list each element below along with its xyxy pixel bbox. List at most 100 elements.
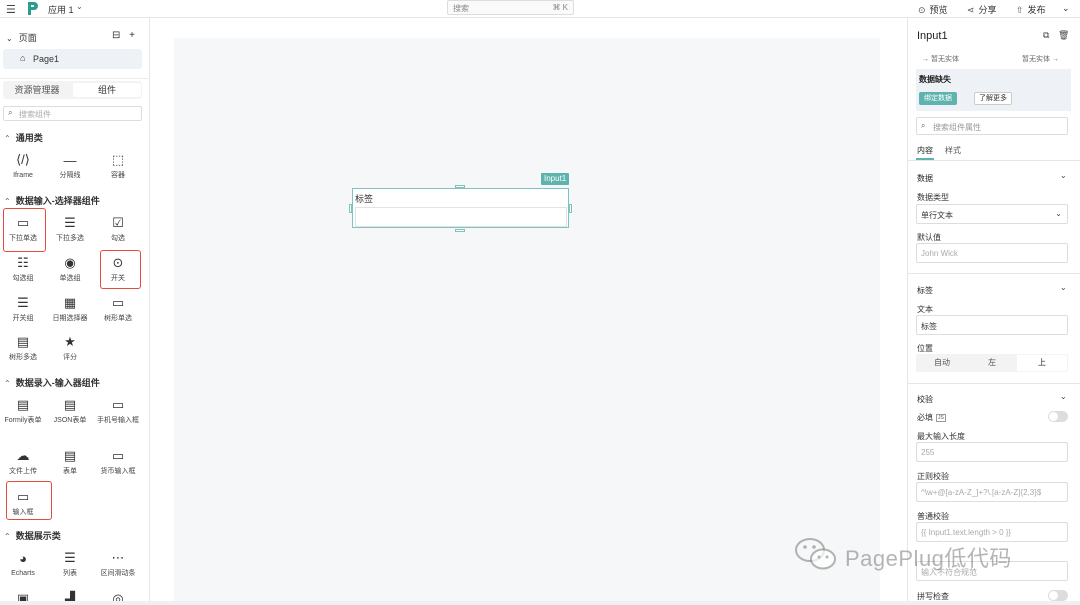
pages-header[interactable]: ⌄ 页面	[6, 31, 37, 44]
input-widget-field[interactable]	[355, 207, 567, 227]
learn-more-button[interactable]: 了解更多	[974, 92, 1012, 105]
component-list[interactable]: ☰ 列表	[47, 547, 93, 585]
resize-handle-bottom[interactable]	[455, 229, 465, 232]
component-currency-input[interactable]: ▭ 货币输入框	[95, 445, 141, 483]
component-tree-multi[interactable]: ▤ 树形多选	[0, 331, 46, 369]
chevron-down-icon[interactable]: ⌄	[76, 2, 83, 11]
component-iframe[interactable]: ⟨/⟩ Iframe	[0, 149, 46, 187]
global-search[interactable]: 搜索 ⌘ K	[447, 0, 574, 15]
input-widget[interactable]: 标签	[352, 188, 569, 228]
component-divider[interactable]: — 分隔线	[47, 149, 93, 187]
component-tree-single[interactable]: ▭ 树形单选	[95, 292, 141, 330]
component-search-input[interactable]: ⌕ 搜索组件	[3, 106, 142, 121]
currency-input-icon: ▭	[111, 448, 125, 463]
resize-handle-top[interactable]	[455, 185, 465, 188]
component-phone-input[interactable]: ▭ 手机号输入框	[95, 394, 141, 438]
default-value-input[interactable]: John Wick	[916, 243, 1068, 263]
preview-button[interactable]: ⊙ 预览	[918, 3, 948, 16]
add-page-icon[interactable]: +	[129, 30, 135, 41]
section-display[interactable]: ⌃ 数据展示类	[4, 529, 61, 542]
data-type-label: 数据类型	[917, 193, 949, 202]
common-validation-input[interactable]: {{ Input1.text.length > 0 }}	[916, 522, 1068, 542]
calendar-icon: ▦	[63, 295, 77, 310]
hamburger-menu-icon[interactable]: ☰	[6, 3, 16, 16]
search-icon: ⌕	[921, 121, 926, 130]
chevron-down-icon[interactable]: ⌄	[1060, 283, 1067, 292]
position-label: 位置	[917, 344, 933, 353]
section-validation[interactable]: 校验	[917, 394, 933, 405]
range-slider-icon: ⋯	[111, 550, 125, 565]
component-echarts[interactable]: ◕ Echarts	[0, 547, 46, 585]
required-toggle[interactable]	[1048, 411, 1068, 422]
label-text-input[interactable]: 标签	[916, 315, 1068, 335]
chevron-down-icon[interactable]: ⌄	[1060, 171, 1067, 180]
regex-input[interactable]: ^\w+@[a-zA-Z_]+?\.[a-zA-Z]{2,3}$	[916, 482, 1068, 502]
tab-assets[interactable]: 资源管理器	[3, 83, 71, 97]
widget-name-tag[interactable]: Input1	[541, 173, 570, 185]
checklist-icon: ☷	[17, 255, 29, 270]
component-form[interactable]: ▤ 表单	[47, 445, 93, 483]
spellcheck-toggle[interactable]	[1048, 590, 1068, 601]
tab-style[interactable]: 样式	[945, 145, 961, 156]
nav-next-entity[interactable]: 暂无实体 →	[1022, 54, 1059, 64]
component-checkbox[interactable]: ☑ 勾选	[95, 212, 141, 250]
donut-chart-icon: ◕	[19, 550, 27, 566]
section-input[interactable]: ⌃ 数据录入-输入器组件	[4, 376, 100, 389]
component-switch-group[interactable]: ☰ 开关组	[0, 292, 46, 330]
component-json-form[interactable]: ▤ JSON表单	[47, 394, 93, 432]
component-date-picker[interactable]: ▦ 日期选择器	[47, 292, 93, 330]
property-panel: Input1 ⧉ 🗑 → 暂无实体 暂无实体 → 数据缺失 绑定数据 了解更多 …	[907, 18, 1080, 605]
delete-icon[interactable]: 🗑	[1058, 30, 1069, 40]
editor-canvas[interactable]	[174, 38, 880, 605]
chevron-down-icon: ⌄	[1055, 209, 1062, 218]
component-range-slider[interactable]: ⋯ 区间滑动条	[95, 547, 141, 585]
highlight-dropdown-single	[3, 208, 46, 252]
horizontal-scrollbar[interactable]	[0, 601, 1080, 605]
js-toggle-icon[interactable]: JS	[936, 414, 946, 422]
component-dropdown-multi[interactable]: ☰ 下拉多选	[47, 212, 93, 250]
component-formily-form[interactable]: ▤ Formily表单	[0, 394, 46, 432]
property-search-input[interactable]: ⌕ 搜索组件属性	[916, 117, 1068, 135]
position-option-left[interactable]: 左	[967, 355, 1017, 371]
component-radio-group[interactable]: ◉ 单选组	[47, 252, 93, 290]
form-icon: ▤	[16, 397, 30, 412]
tab-content[interactable]: 内容	[917, 145, 933, 156]
alert-title: 数据缺失	[919, 75, 951, 84]
search-shortcut: ⌘ K	[552, 3, 568, 12]
publish-dropdown-icon[interactable]: ⌄	[1062, 3, 1070, 14]
component-file-upload[interactable]: ☁ 文件上传	[0, 445, 46, 483]
resize-handle-left[interactable]	[349, 204, 352, 213]
max-length-label: 最大输入长度	[917, 432, 965, 441]
publish-button[interactable]: ⇧ 发布	[1016, 3, 1046, 16]
section-select[interactable]: ⌃ 数据输入-选择器组件	[4, 194, 100, 207]
chevron-down-icon[interactable]: ⌄	[1060, 392, 1067, 401]
common-validation-label: 普通校验	[917, 512, 949, 521]
tree-multi-icon: ▤	[16, 334, 30, 349]
widget-title[interactable]: Input1	[917, 30, 948, 42]
share-button[interactable]: ⋖ 分享	[967, 3, 997, 16]
rocket-icon: ⇧	[1016, 5, 1024, 15]
section-label[interactable]: 标签	[917, 285, 933, 296]
page-item-page1[interactable]: ⌂ Page1	[3, 49, 142, 69]
max-length-input[interactable]: 255	[916, 442, 1068, 462]
pageplug-logo	[28, 2, 38, 15]
bind-data-button[interactable]: 绑定数据	[919, 92, 957, 105]
position-option-auto[interactable]: 自动	[917, 355, 967, 371]
chevron-down-icon: ⌄	[6, 34, 13, 43]
star-icon: ★	[64, 334, 76, 349]
phone-input-icon: ▭	[111, 397, 125, 412]
section-general[interactable]: ⌃ 通用类	[4, 131, 43, 144]
position-option-top[interactable]: 上	[1017, 355, 1067, 371]
layout-icon[interactable]: ⊟	[112, 30, 120, 41]
text-label: 文本	[917, 305, 933, 314]
copy-icon[interactable]: ⧉	[1043, 30, 1049, 40]
component-checkbox-group[interactable]: ☷ 勾选组	[0, 252, 46, 290]
nav-prev-entity[interactable]: → 暂无实体	[922, 54, 959, 64]
component-container[interactable]: ⬚ 容器	[95, 149, 141, 187]
data-type-select[interactable]: 单行文本 ⌄	[916, 204, 1068, 224]
tab-components[interactable]: 组件	[73, 83, 141, 97]
section-data[interactable]: 数据	[917, 173, 933, 184]
app-name[interactable]: 应用 1	[48, 3, 74, 16]
component-rating[interactable]: ★ 评分	[47, 331, 93, 369]
resize-handle-right[interactable]	[569, 204, 572, 213]
